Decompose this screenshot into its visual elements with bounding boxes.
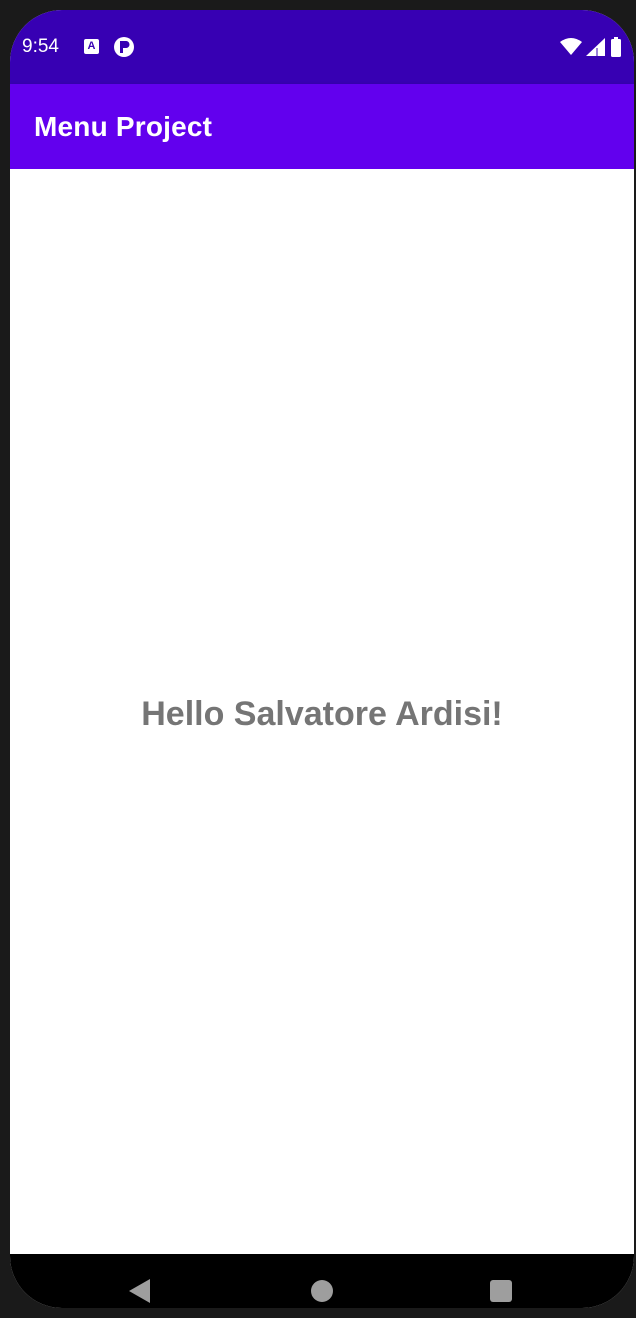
wifi-icon — [560, 38, 582, 55]
status-time: 9:54 — [22, 36, 59, 57]
status-indicators — [560, 36, 622, 58]
app-bar: Menu Project — [10, 84, 634, 169]
main-content: Hello Salvatore Ardisi! — [10, 169, 634, 1254]
greeting-text: Hello Salvatore Ardisi! — [141, 695, 503, 733]
back-icon[interactable] — [128, 1278, 152, 1304]
cellular-signal-icon — [586, 38, 605, 56]
navigation-bar — [10, 1254, 634, 1308]
app-title: Menu Project — [34, 111, 213, 142]
android-auto-icon: A — [84, 39, 99, 54]
phone-screen: 9:54 A Menu Project Hello Salvatore Ardi… — [10, 10, 634, 1308]
recents-icon[interactable] — [490, 1280, 512, 1302]
status-bar: 9:54 A — [10, 10, 634, 84]
home-icon[interactable] — [311, 1280, 333, 1302]
device-frame: 9:54 A Menu Project Hello Salvatore Ardi… — [0, 0, 636, 1318]
app-notification-icon — [114, 37, 134, 57]
battery-icon — [611, 37, 621, 57]
